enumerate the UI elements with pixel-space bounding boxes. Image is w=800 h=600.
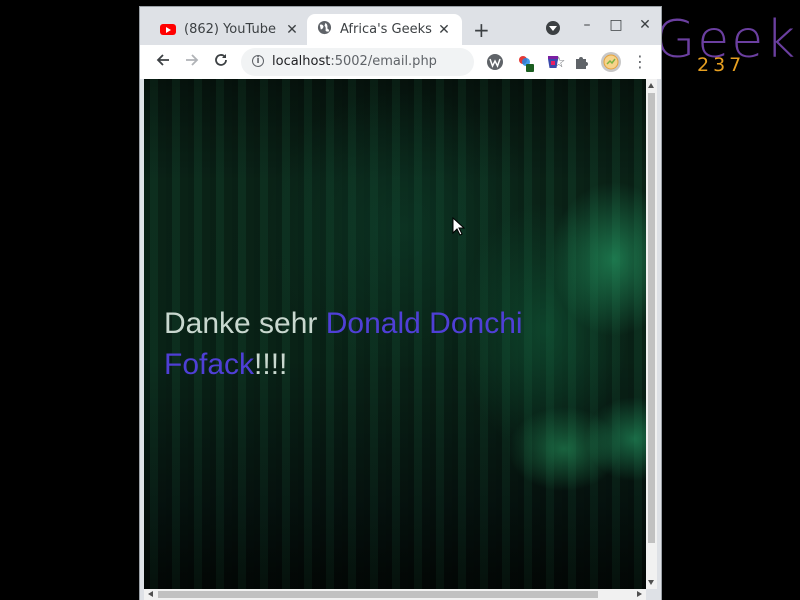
youtube-icon — [160, 24, 176, 35]
address-bar[interactable]: i localhost:5002/email.php ☆ — [241, 48, 565, 76]
menu-kebab-icon[interactable]: ⋮ — [630, 52, 650, 72]
desktop: Geek 237 (862) YouTube ✕ Africa's Geeks … — [0, 0, 800, 600]
globe-icon — [317, 20, 332, 39]
tab-strip: (862) YouTube ✕ Africa's Geeks ✕ + – □ ✕ — [140, 7, 661, 45]
tab-africas-geeks[interactable]: Africa's Geeks ✕ — [307, 14, 462, 45]
thank-you-message: Danke sehr Donald Donchi Fofack!!!! — [164, 303, 564, 385]
message-suffix: !!!! — [254, 348, 288, 381]
back-arrow-icon[interactable] — [153, 52, 173, 72]
vertical-scroll-thumb[interactable] — [648, 93, 655, 543]
geek237-logo: Geek 237 — [655, 10, 795, 80]
greeting-text: Danke sehr — [164, 307, 326, 340]
profile-avatar[interactable] — [601, 52, 621, 72]
url-path: :5002/email.php — [330, 54, 437, 69]
url-host: localhost — [272, 54, 331, 69]
url-text: localhost:5002/email.php — [272, 48, 437, 76]
forward-arrow-icon[interactable] — [182, 52, 202, 72]
horizontal-scroll-thumb[interactable] — [158, 591, 598, 598]
mouse-cursor-icon — [452, 216, 466, 237]
horizontal-scrollbar[interactable] — [144, 589, 646, 600]
tab-search-icon[interactable] — [546, 21, 560, 35]
extension-colorpicker-icon[interactable] — [517, 54, 534, 72]
scroll-right-arrow-icon[interactable] — [637, 591, 642, 597]
page-content: Danke sehr Donald Donchi Fofack!!!! — [144, 79, 646, 589]
extension-bucket-icon[interactable] — [545, 54, 561, 70]
logo-number: 237 — [697, 54, 746, 76]
scroll-left-arrow-icon[interactable] — [148, 591, 153, 597]
maximize-button[interactable]: □ — [606, 17, 626, 33]
extensions-puzzle-icon[interactable] — [573, 54, 589, 70]
close-tab-icon[interactable]: ✕ — [436, 22, 452, 38]
scroll-down-arrow-icon[interactable] — [648, 580, 654, 585]
new-tab-button[interactable]: + — [473, 20, 490, 40]
close-window-button[interactable]: ✕ — [635, 17, 655, 33]
reload-icon[interactable] — [211, 52, 231, 72]
vertical-scrollbar[interactable] — [646, 79, 657, 589]
browser-window: (862) YouTube ✕ Africa's Geeks ✕ + – □ ✕ — [139, 6, 662, 600]
minimize-button[interactable]: – — [577, 17, 597, 33]
extension-w-icon[interactable] — [487, 54, 503, 70]
close-tab-icon[interactable]: ✕ — [284, 22, 300, 38]
scroll-up-arrow-icon[interactable] — [648, 83, 654, 88]
site-info-icon[interactable]: i — [252, 55, 264, 67]
tab-youtube[interactable]: (862) YouTube ✕ — [150, 14, 310, 45]
browser-toolbar: i localhost:5002/email.php ☆ ⋮ — [140, 45, 661, 79]
tab-title: (862) YouTube — [184, 22, 276, 37]
tab-title: Africa's Geeks — [340, 22, 432, 37]
